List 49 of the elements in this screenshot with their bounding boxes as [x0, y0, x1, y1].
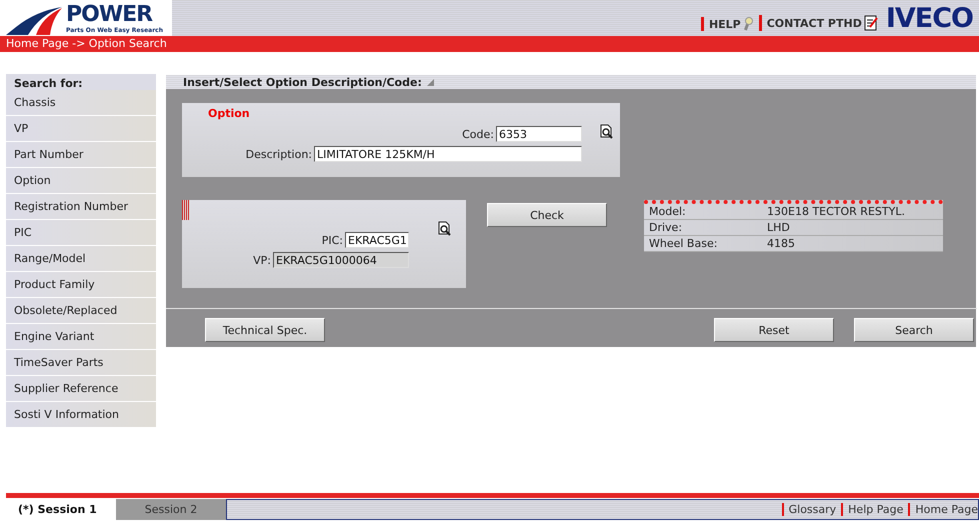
logo-title: POWER [66, 3, 154, 27]
header-link[interactable]: CONTACT PTHD [758, 15, 878, 31]
stripe-marker [182, 200, 190, 220]
action-button[interactable]: Reset [714, 318, 834, 342]
info-label: Drive: [649, 220, 684, 235]
check-button[interactable]: Check [487, 203, 607, 227]
footer-link[interactable]: Glossary [782, 503, 836, 516]
input-field[interactable]: EKRAC5G1000064 [273, 252, 409, 268]
sidebar-item[interactable]: TimeSaver Parts [6, 350, 156, 375]
collapse-icon [426, 78, 434, 86]
field-label: PIC: [322, 234, 343, 246]
field-label: Code: [462, 128, 494, 140]
action-button[interactable]: Search [854, 318, 974, 342]
sidebar-item[interactable]: Obsolete/Replaced [6, 298, 156, 323]
input-field[interactable]: EKRAC5G1 [345, 232, 409, 248]
sidebar-item[interactable]: Sosti V Information [6, 402, 156, 427]
action-button[interactable]: Technical Spec. [205, 318, 325, 342]
sidebar-item[interactable]: Registration Number [6, 194, 156, 219]
lookup-icon[interactable] [599, 124, 614, 139]
input-field[interactable]: LIMITATORE 125KM/H [314, 146, 582, 162]
breadcrumb: Home Page -> Option Search [6, 36, 167, 52]
footer-link[interactable]: Home Page [908, 503, 978, 516]
session-tab[interactable]: Session 2 [116, 499, 226, 520]
info-value: LHD [767, 220, 790, 235]
input-field[interactable]: 6353 [496, 126, 582, 142]
sidebar-item[interactable]: Option [6, 168, 156, 193]
info-label: Wheel Base: [649, 236, 718, 251]
info-value: 130E18 TECTOR RESTYL. [767, 204, 905, 219]
notepad-icon [864, 15, 878, 31]
sidebar-item[interactable]: PIC [6, 220, 156, 245]
lookup-icon[interactable] [437, 221, 452, 236]
panel-title: Option [208, 107, 250, 120]
brand-logo: IVECO [884, 2, 974, 34]
sidebar-item[interactable]: Supplier Reference [6, 376, 156, 401]
header-link[interactable]: HELP [700, 17, 753, 31]
sidebar-title: Search for: [6, 74, 156, 90]
section-title: Insert/Select Option Description/Code: [183, 76, 422, 88]
field-label: Description: [246, 148, 312, 160]
sidebar-item[interactable]: Product Family [6, 272, 156, 297]
sidebar-item[interactable]: Engine Variant [6, 324, 156, 349]
info-value: 4185 [767, 236, 795, 251]
sidebar-item[interactable]: VP [6, 116, 156, 141]
sidebar-item[interactable]: Chassis [6, 90, 156, 115]
info-label: Model: [649, 204, 687, 219]
field-label: VP: [253, 254, 271, 266]
sidebar-item[interactable]: Part Number [6, 142, 156, 167]
lightbulb-icon [742, 17, 753, 31]
sidebar-item[interactable]: Range/Model [6, 246, 156, 271]
footer-link[interactable]: Help Page [841, 503, 904, 516]
